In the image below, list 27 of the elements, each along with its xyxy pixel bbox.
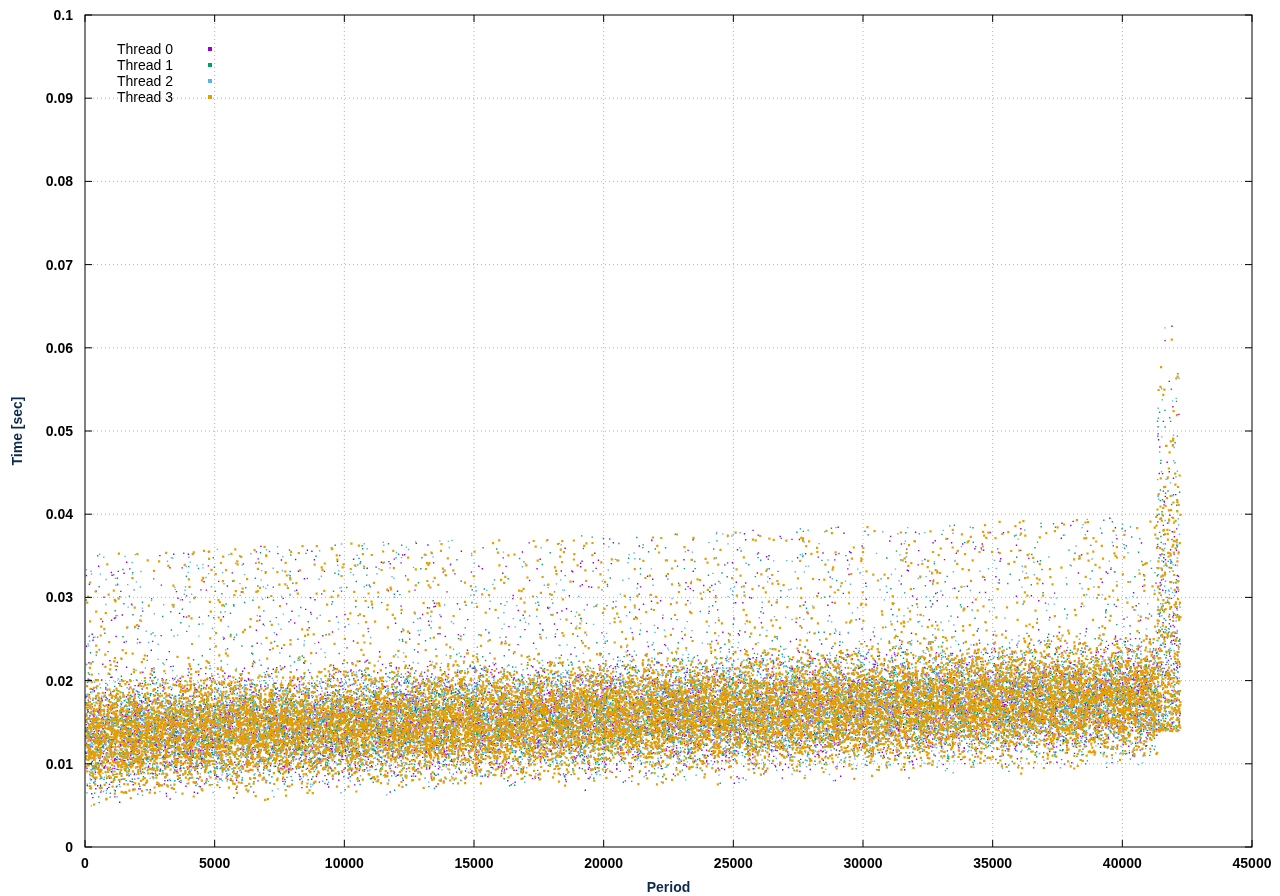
y-tick-label: 0.01 — [45, 755, 73, 772]
x-tick-label: 45000 — [1232, 855, 1272, 871]
x-tick-label: 5000 — [199, 855, 231, 871]
x-tick-label: 0 — [81, 855, 89, 871]
y-tick-label: 0.09 — [45, 90, 73, 107]
y-axis-title: Time [sec] — [9, 396, 25, 466]
y-tick-label: 0.07 — [45, 256, 73, 273]
x-tick-label: 35000 — [973, 855, 1013, 871]
y-tick-label: 0.05 — [45, 423, 73, 439]
legend-label: Thread 2 — [117, 73, 174, 89]
y-tick-label: 0.08 — [45, 173, 73, 190]
y-tick-label: 0.02 — [45, 672, 73, 689]
x-tick-label: 10000 — [324, 855, 364, 871]
x-tick-label: 20000 — [584, 855, 624, 871]
y-tick-label: 0 — [65, 839, 73, 855]
y-tick-label: 0.06 — [45, 339, 73, 356]
legend-label: Thread 3 — [117, 89, 174, 105]
y-tick-label: 0.1 — [53, 7, 73, 23]
y-tick-label: 0.04 — [45, 506, 73, 523]
x-tick-label: 15000 — [454, 855, 494, 871]
x-tick-label: 40000 — [1102, 855, 1142, 871]
y-tick-label: 0.03 — [45, 589, 73, 606]
x-axis-title: Period — [646, 879, 691, 895]
x-tick-label: 25000 — [713, 855, 753, 871]
x-tick-label: 30000 — [843, 855, 883, 871]
legend-label: Thread 1 — [117, 57, 174, 73]
legend-label: Thread 0 — [117, 41, 174, 57]
